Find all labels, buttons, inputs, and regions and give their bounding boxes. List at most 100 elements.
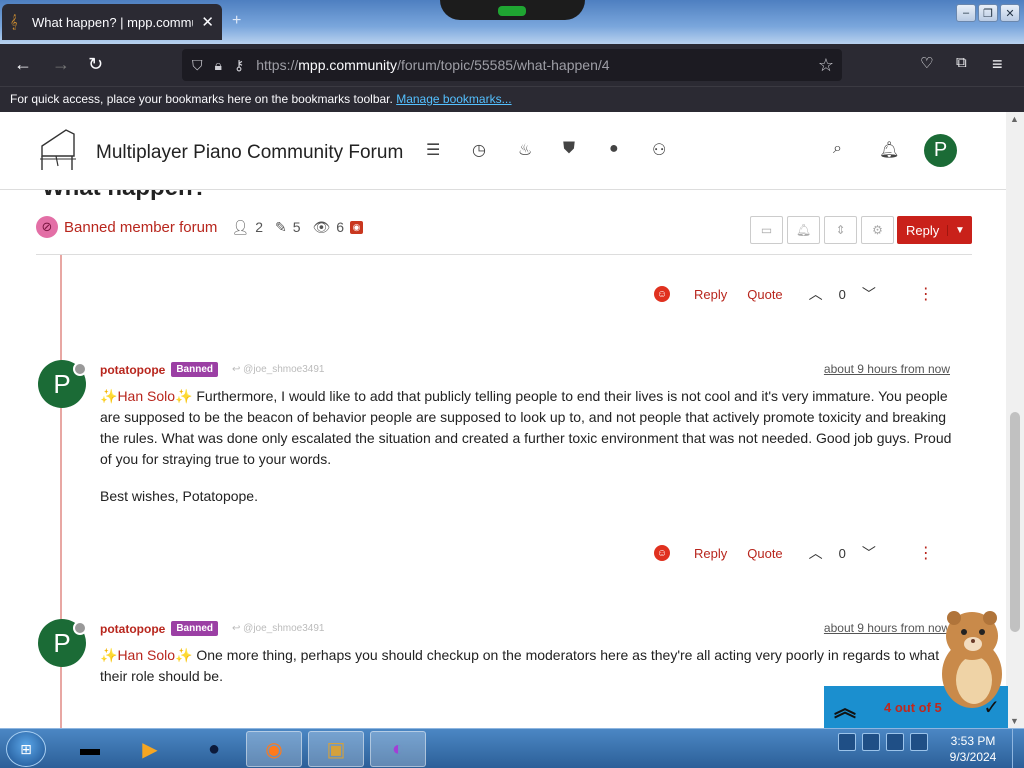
notifications-bell-icon[interactable]: 🔔︎ — [879, 140, 899, 160]
scroll-up-arrow-icon[interactable]: ▲ — [1010, 114, 1019, 124]
downvote-chevron-icon[interactable]: ﹀ — [856, 543, 882, 563]
user-avatar[interactable]: P — [924, 134, 957, 167]
banned-badge: Banned — [171, 362, 218, 377]
browser-tab-active[interactable]: 𝄞 What happen? | mpp.commun ✕ — [2, 4, 222, 40]
post-actions: ☺ Reply Quote ︿ 0 ﹀ ⋮ — [654, 284, 934, 304]
shield-icon[interactable]: ⛉ — [192, 57, 203, 74]
taskbar-media-player-icon[interactable]: ▶ — [122, 731, 178, 767]
tray-network-icon[interactable] — [886, 733, 904, 751]
sort-icon[interactable]: ⇕ — [824, 216, 857, 244]
sparkle-icon: ✨ — [175, 388, 193, 404]
groups-icon[interactable]: ⚇ — [652, 140, 666, 160]
scrollbar-thumb[interactable] — [1010, 412, 1020, 632]
sparkle-icon: ✨ — [175, 647, 193, 663]
mention-link[interactable]: Han Solo — [117, 388, 175, 404]
divider — [36, 254, 972, 255]
reload-icon[interactable]: ↻ — [88, 54, 103, 75]
treble-clef-favicon-icon: 𝄞 — [10, 14, 18, 29]
scroll-to-top-double-chevron-icon[interactable]: ︽ — [828, 691, 862, 723]
tray-volume-icon[interactable] — [910, 733, 928, 751]
restore-icon[interactable]: ❐ — [978, 4, 998, 22]
posts-count: 5 — [292, 219, 301, 235]
reaction-icon[interactable]: ☺ — [654, 286, 670, 302]
post-more-menu-icon[interactable]: ⋮ — [918, 543, 934, 563]
tags-icon[interactable]: ⛊ — [563, 140, 575, 158]
categories-list-icon[interactable]: ☰ — [426, 140, 440, 160]
clock-date: 9/3/2024 — [949, 750, 997, 764]
scroll-down-arrow-icon[interactable]: ▼ — [1010, 716, 1019, 726]
taskbar-box-app-icon[interactable]: ▣ — [308, 731, 364, 767]
reaction-icon[interactable]: ☺ — [654, 545, 670, 561]
category-link[interactable]: Banned member forum — [64, 219, 217, 236]
pocket-icon[interactable]: ♡ — [920, 54, 933, 72]
post-reply-button[interactable]: Reply — [694, 287, 727, 302]
reply-to-link[interactable]: ↩ @joe_shmoe3491 — [232, 364, 325, 375]
topic-tools-gear-icon[interactable]: ⚙ — [861, 216, 894, 244]
upvote-chevron-icon[interactable]: ︿ — [803, 284, 829, 304]
banned-category-icon[interactable]: ⊘ — [36, 216, 58, 238]
post-header: potatopope Banned ↩ @joe_shmoe3491 — [100, 621, 325, 636]
permissions-key-icon[interactable]: ⚷ — [234, 57, 244, 74]
minimize-icon[interactable]: – — [956, 4, 976, 22]
vote-count: 0 — [838, 286, 846, 302]
mention-link[interactable]: Han Solo — [117, 647, 175, 663]
bookmarks-toolbar: For quick access, place your bookmarks h… — [0, 86, 1024, 112]
extensions-icon[interactable]: ⧉ — [956, 54, 967, 71]
upvote-chevron-icon[interactable]: ︿ — [803, 543, 829, 563]
system-tray — [838, 733, 928, 751]
address-bar[interactable]: ⛉ 🔒︎ ⚷ https://mpp.community/forum/topic… — [182, 49, 842, 81]
url-text[interactable]: https://mpp.community/forum/topic/55585/… — [256, 57, 609, 73]
page-scrollbar[interactable]: ▲ ▼ — [1006, 112, 1024, 728]
windows-taskbar: ⊞ ▬ ▶ ● ◉ ▣ ◐ 3:53 PM 9/3/2024 — [0, 728, 1024, 768]
posts-pencil-icon: ✎ — [274, 218, 287, 235]
forum-header: Multiplayer Piano Community Forum ☰ ◷ ♨ … — [0, 112, 1006, 190]
lock-icon[interactable]: 🔒︎ — [215, 57, 222, 74]
bookmark-star-icon[interactable]: ☆ — [818, 55, 834, 76]
watch-bell-icon[interactable]: 🔔︎ — [787, 216, 820, 244]
taskbar-clock[interactable]: 3:53 PM 9/3/2024 — [940, 733, 1006, 765]
taskbar-mask-app-icon[interactable]: ◐ — [370, 731, 426, 767]
close-tab-icon[interactable]: ✕ — [201, 13, 214, 31]
back-arrow-icon[interactable]: ← — [14, 54, 32, 75]
topic-tools: ▭ 🔔︎ ⇕ ⚙ — [750, 216, 894, 244]
views-count: 6 — [336, 219, 345, 235]
close-window-icon[interactable]: ✕ — [1000, 4, 1020, 22]
tray-app-icon[interactable] — [862, 733, 880, 751]
url-prefix: https:// — [256, 57, 299, 73]
downvote-chevron-icon[interactable]: ﹀ — [856, 284, 882, 304]
reply-button[interactable]: Reply ▼ — [897, 216, 972, 244]
post-username[interactable]: potatopope — [100, 622, 165, 636]
site-title[interactable]: Multiplayer Piano Community Forum — [96, 142, 403, 164]
offline-status-dot — [73, 621, 87, 635]
reply-to-link[interactable]: ↩ @joe_shmoe3491 — [232, 623, 325, 634]
taskbar-globe-icon[interactable]: ● — [186, 731, 242, 767]
start-button-windows-icon[interactable]: ⊞ — [6, 731, 46, 767]
show-desktop-button[interactable] — [1012, 729, 1024, 768]
recent-clock-icon[interactable]: ◷ — [472, 140, 486, 160]
post-reply-button[interactable]: Reply — [694, 546, 727, 561]
search-icon[interactable]: ⌕ — [833, 140, 842, 158]
tray-show-hidden-icon[interactable] — [838, 733, 856, 751]
posters-icon: 👤︎ — [231, 218, 250, 235]
user-icon[interactable]: ● — [609, 140, 619, 158]
post-more-menu-icon[interactable]: ⋮ — [918, 284, 934, 304]
post-timestamp[interactable]: about 9 hours from now — [824, 362, 950, 376]
reply-to-user: @joe_shmoe3491 — [243, 364, 325, 375]
bookmarks-hint: For quick access, place your bookmarks h… — [10, 92, 393, 106]
manage-bookmarks-link[interactable]: Manage bookmarks... — [396, 92, 511, 106]
piano-logo-icon[interactable] — [36, 126, 80, 176]
menu-icon[interactable]: ≡ — [992, 54, 1003, 75]
reply-dropdown-caret-icon[interactable]: ▼ — [947, 224, 972, 236]
post-username[interactable]: potatopope — [100, 363, 165, 377]
mark-unread-inbox-icon[interactable]: ▭ — [750, 216, 783, 244]
popular-fire-icon[interactable]: ♨ — [518, 140, 532, 160]
rss-icon[interactable]: ◉ — [350, 220, 364, 234]
banned-badge: Banned — [171, 621, 218, 636]
forward-arrow-icon[interactable]: → — [52, 54, 70, 75]
taskbar-firefox-icon[interactable]: ◉ — [246, 731, 302, 767]
post-quote-button[interactable]: Quote — [747, 287, 782, 302]
vote-count: 0 — [838, 545, 846, 561]
taskbar-piano-app-icon[interactable]: ▬ — [62, 731, 118, 767]
new-tab-icon[interactable]: + — [232, 12, 241, 30]
post-quote-button[interactable]: Quote — [747, 546, 782, 561]
